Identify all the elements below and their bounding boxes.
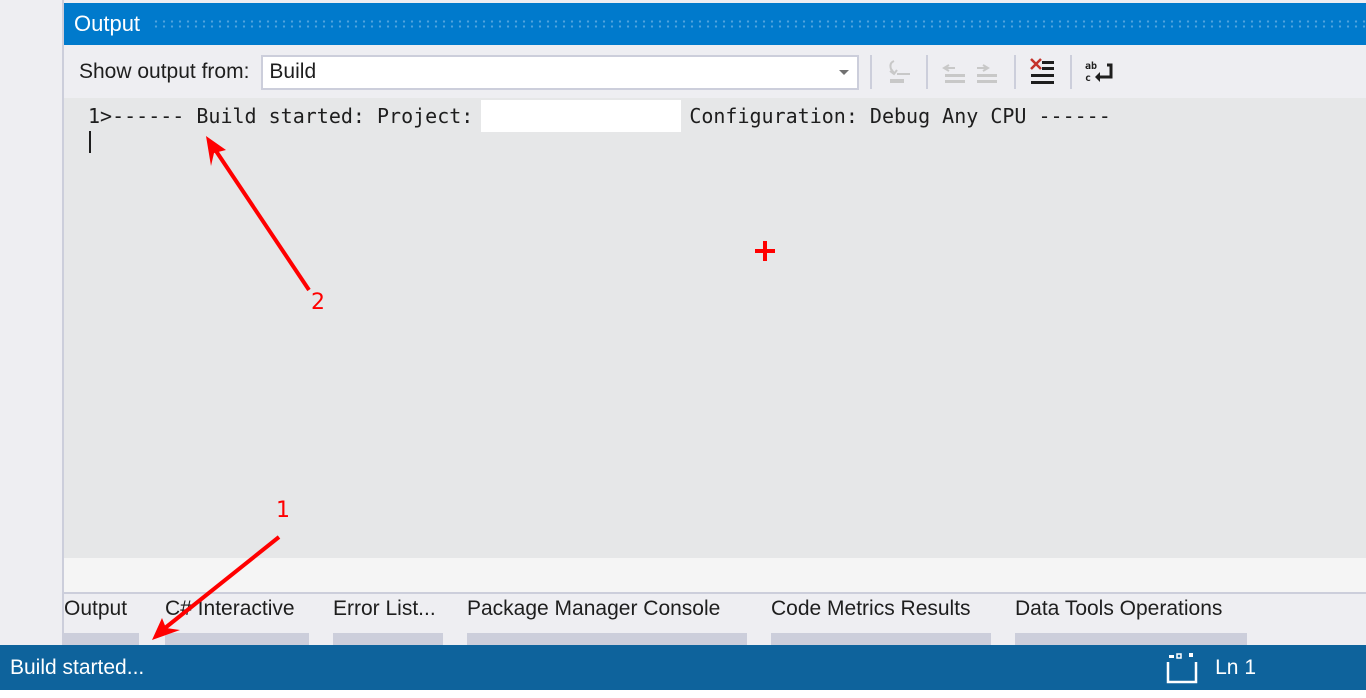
build-progress-icon[interactable] <box>1165 651 1199 685</box>
find-next-message-icon <box>977 64 998 83</box>
panel-title-bar[interactable]: Output <box>64 3 1366 45</box>
chevron-down-icon[interactable] <box>839 69 850 75</box>
annotation-label-1: 1 <box>276 498 290 523</box>
output-text-area[interactable]: 1>------ Build started: Project: Configur… <box>64 98 1366 558</box>
show-output-from-label: Show output from: <box>79 60 250 83</box>
tab-data-tools-operations[interactable]: Data Tools Operations <box>1015 595 1247 645</box>
toggle-word-wrap-button[interactable]: ab c <box>1083 55 1115 89</box>
output-toolbar: Show output from: Build ab c <box>64 47 1366 97</box>
tab-package-manager-console[interactable]: Package Manager Console <box>467 595 747 645</box>
panel-title: Output <box>74 11 141 36</box>
annotation-label-2: 2 <box>311 290 325 315</box>
output-source-dropdown[interactable]: Build <box>261 54 860 90</box>
tab-label: Package Manager Console <box>467 597 721 620</box>
tab-code-metrics-results[interactable]: Code Metrics Results <box>771 595 991 645</box>
title-grip <box>152 19 1366 29</box>
output-line-prefix: 1>------ Build started: Project: <box>88 104 474 128</box>
line-indicator: Ln 1 <box>1215 655 1256 679</box>
output-line: 1>------ Build started: Project: Configur… <box>88 100 1111 132</box>
tab-label: Data Tools Operations <box>1015 597 1223 620</box>
tab-label: Code Metrics Results <box>771 597 971 620</box>
status-bar: Build started... Ln 1 <box>0 645 1366 690</box>
clear-all-icon <box>1030 58 1055 84</box>
clear-all-button[interactable] <box>1027 55 1059 89</box>
tab-csharp-interactive[interactable]: C# Interactive <box>165 595 309 645</box>
svg-text:c: c <box>1085 73 1091 84</box>
tool-window-tabs: Output C# Interactive Error List... Pack… <box>64 595 1366 645</box>
tab-indicator <box>771 633 991 645</box>
tab-indicator <box>333 633 443 645</box>
output-line-suffix: Configuration: Debug Any CPU ------ <box>689 104 1111 128</box>
find-previous-message-icon <box>942 64 966 83</box>
output-panel: Output Show output from: Build ab c 1>--… <box>64 2 1366 595</box>
go-to-build-error-icon <box>889 60 911 83</box>
text-caret <box>89 131 91 153</box>
toggle-word-wrap-icon: ab c <box>1085 61 1113 84</box>
toolbar-separator <box>1014 55 1017 89</box>
bottom-strip <box>0 690 1366 698</box>
toolbar-separator <box>1070 55 1073 89</box>
toolbar-separator <box>926 55 929 89</box>
next-message-button[interactable] <box>971 55 1003 89</box>
tab-label: C# Interactive <box>165 597 295 620</box>
toolbar-separator <box>870 55 873 89</box>
go-to-build-error-button[interactable] <box>883 55 915 89</box>
tab-error-list[interactable]: Error List... <box>333 595 443 645</box>
output-source-value: Build <box>269 60 317 83</box>
previous-message-button[interactable] <box>939 55 971 89</box>
tab-label: Output <box>64 597 128 620</box>
status-right: Ln 1 <box>1165 651 1256 685</box>
svg-text:ab: ab <box>1085 61 1097 72</box>
status-text: Build started... <box>10 655 145 679</box>
tab-indicator <box>64 633 139 645</box>
tab-output[interactable]: Output <box>64 595 139 645</box>
tab-indicator <box>165 633 309 645</box>
tab-label: Error List... <box>333 597 436 620</box>
tab-indicator <box>467 633 747 645</box>
tab-indicator <box>1015 633 1247 645</box>
redacted-project-name <box>481 100 682 132</box>
left-dock-strip <box>0 0 64 645</box>
horizontal-scroll-area[interactable] <box>64 558 1366 594</box>
